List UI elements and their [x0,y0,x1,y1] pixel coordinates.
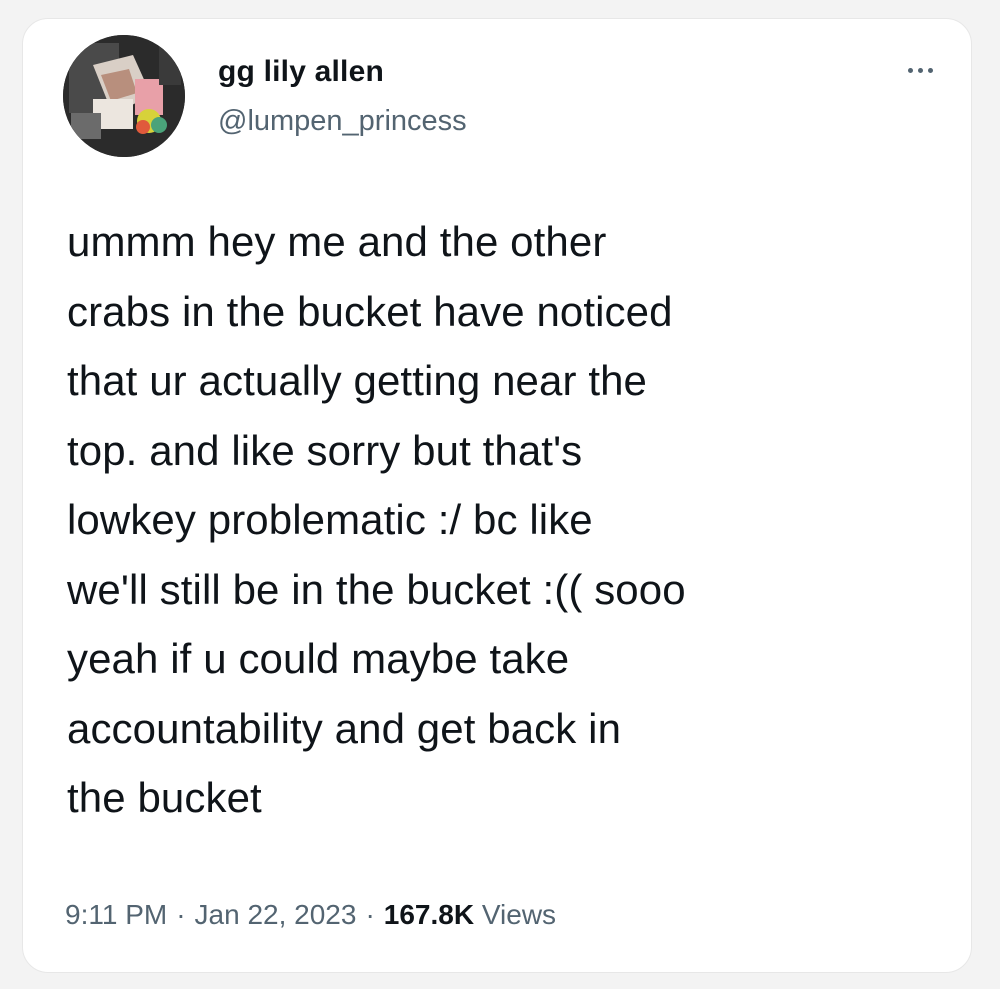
author-display-name[interactable]: gg lily allen [218,55,384,89]
tweet-line: crabs in the bucket have noticed [67,287,673,335]
tweet-line: the bucket [67,774,262,821]
tweet-card: gg lily allen @lumpen_princess ummm hey … [22,18,972,973]
tweet-line: lowkey problematic :/ bc like [67,496,593,543]
tweet-time[interactable]: 9:11 PM [65,899,167,930]
tweet-date[interactable]: Jan 22, 2023 [195,899,357,930]
more-dot [927,67,933,73]
more-options-icon[interactable] [893,55,947,85]
avatar-image [63,35,185,157]
separator: · [176,899,186,930]
views-label: Views [481,899,557,930]
views-count[interactable]: 167.8K [384,899,474,930]
separator: · [365,899,375,930]
tweet-line: yeah if u could maybe take [67,635,570,682]
more-dot [907,67,913,73]
tweet-line: top. and like sorry but that's [67,426,583,474]
tweet-line: ummm hey me and the other [67,218,607,265]
tweet-metadata: 9:11 PM · Jan 22, 2023 · 167.8K Views [65,899,556,931]
author-avatar[interactable] [63,35,185,157]
more-dot [917,67,923,73]
author-handle[interactable]: @lumpen_princess [218,105,467,138]
screenshot-canvas: gg lily allen @lumpen_princess ummm hey … [0,0,1000,989]
tweet-line: that ur actually getting near the [67,357,647,404]
tweet-line: accountability and get back in [67,704,622,752]
tweet-text: ummm hey me and the other crabs in the b… [67,207,947,833]
tweet-line: we'll still be in the bucket :(( sooo [67,565,686,613]
